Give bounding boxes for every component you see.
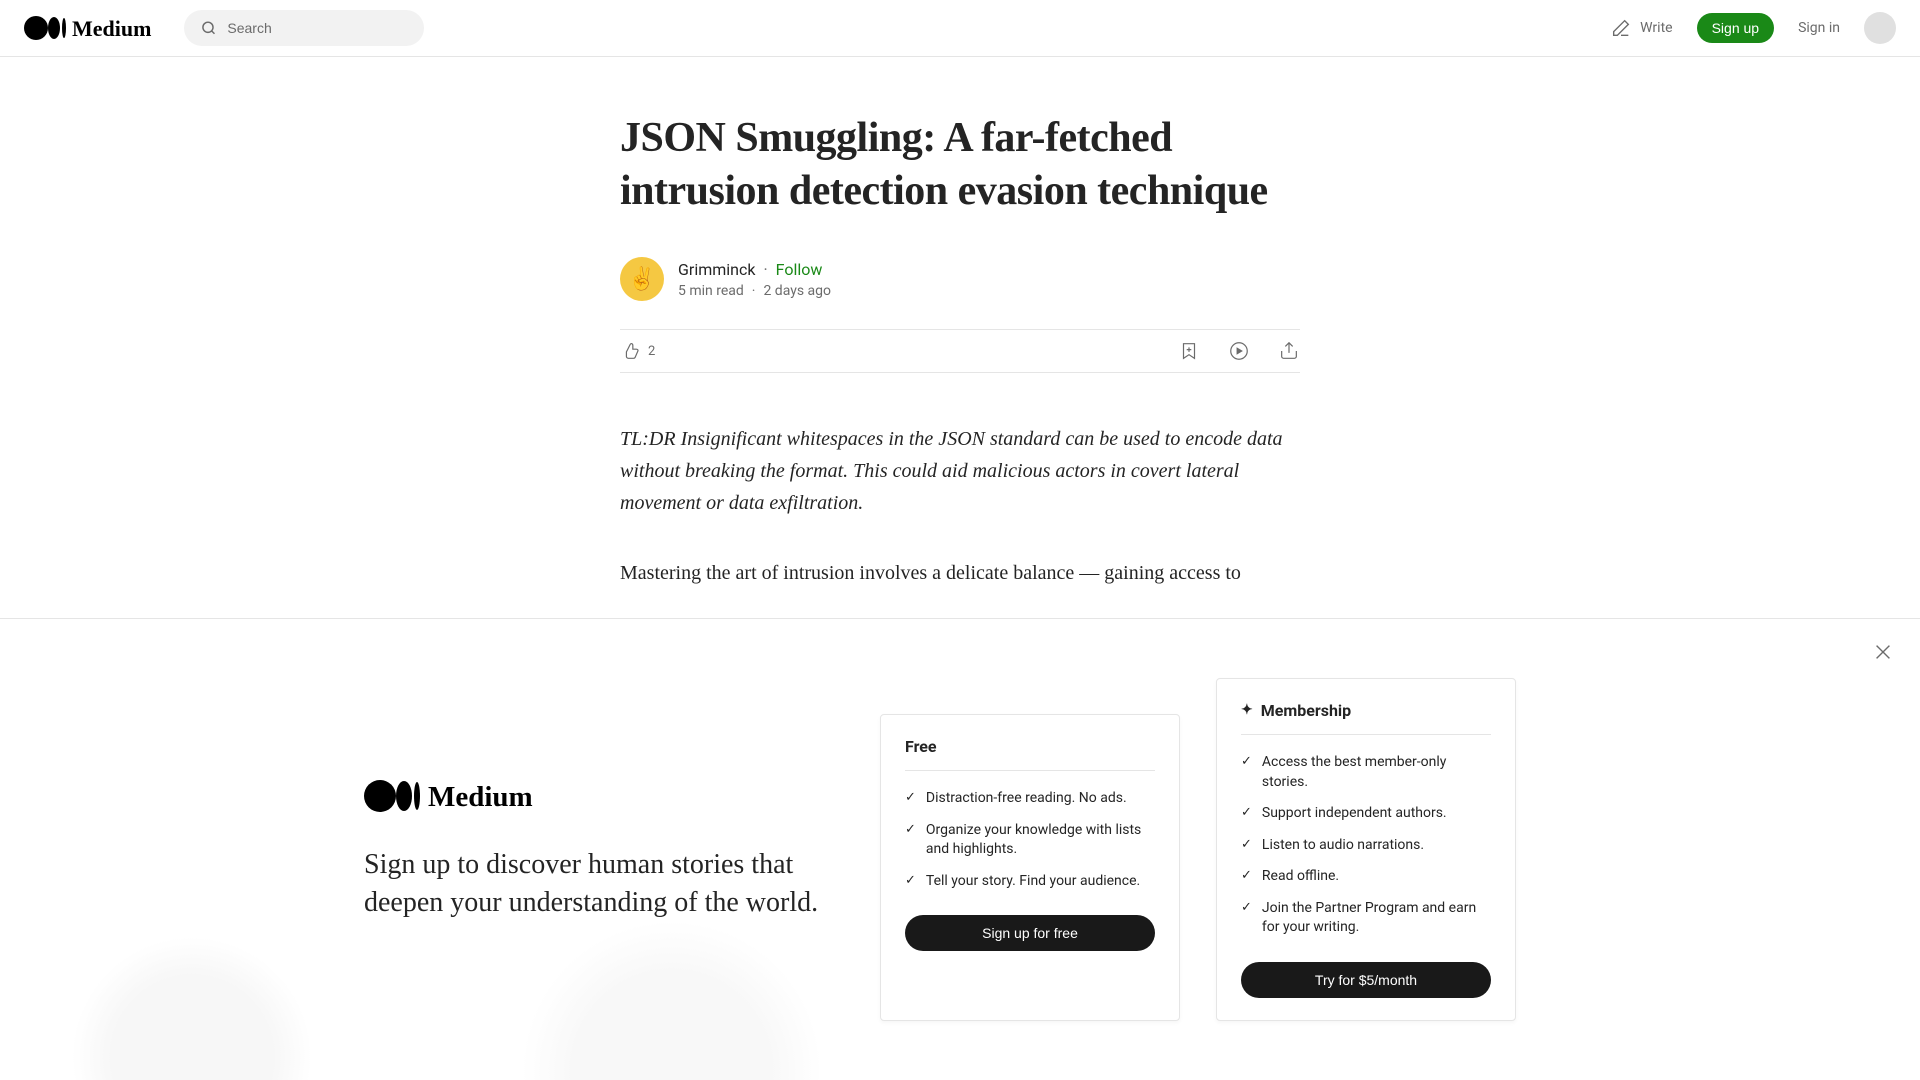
- signin-link[interactable]: Sign in: [1798, 20, 1840, 36]
- tldr-paragraph: TL:DR Insignificant whitespaces in the J…: [620, 423, 1300, 519]
- membership-plan-features: Access the best member-only stories. Sup…: [1241, 753, 1491, 938]
- clap-count: 2: [648, 344, 655, 359]
- paragraph: Mastering the art of intrusion involves …: [620, 557, 1300, 589]
- article-body: TL:DR Insignificant whitespaces in the J…: [620, 423, 1300, 589]
- free-plan-card: Free Distraction-free reading. No ads. O…: [880, 714, 1180, 1021]
- search-box[interactable]: [184, 10, 424, 46]
- close-banner-button[interactable]: [1872, 641, 1894, 663]
- article-title: JSON Smuggling: A far-fetched intrusion …: [620, 112, 1300, 217]
- membership-plan-card: ✦ Membership Access the best member-only…: [1216, 678, 1516, 1021]
- author-row: ✌ Grimminck · Follow 5 min read · 2 days…: [620, 257, 1300, 301]
- plan-feature: Read offline.: [1241, 867, 1491, 887]
- free-plan-features: Distraction-free reading. No ads. Organi…: [905, 789, 1155, 891]
- close-icon: [1872, 641, 1894, 663]
- avatar[interactable]: [1864, 12, 1896, 44]
- signup-button[interactable]: Sign up: [1697, 13, 1774, 43]
- search-icon: [200, 18, 217, 38]
- plan-feature: Organize your knowledge with lists and h…: [905, 821, 1155, 860]
- membership-plan-title: ✦ Membership: [1241, 701, 1491, 735]
- author-avatar[interactable]: ✌: [620, 257, 664, 301]
- clap-icon: [620, 340, 642, 362]
- banner-tagline: Sign up to discover human stories that d…: [364, 846, 844, 922]
- banner-medium-logo: Medium: [364, 778, 844, 814]
- write-icon: [1610, 17, 1632, 39]
- star-icon: ✦: [1241, 702, 1253, 718]
- plan-feature: Access the best member-only stories.: [1241, 753, 1491, 792]
- signup-banner: Medium Sign up to discover human stories…: [0, 618, 1920, 1080]
- actions-bar: 2: [620, 329, 1300, 373]
- medium-logo[interactable]: Medium: [24, 15, 164, 41]
- signup-free-button[interactable]: Sign up for free: [905, 915, 1155, 951]
- play-icon: [1228, 340, 1250, 362]
- read-time: 5 min read: [678, 283, 744, 299]
- share-icon: [1278, 340, 1300, 362]
- comment-icon: [683, 340, 705, 362]
- write-button[interactable]: Write: [1610, 17, 1672, 39]
- plan-feature: Tell your story. Find your audience.: [905, 872, 1155, 892]
- free-plan-title: Free: [905, 737, 1155, 771]
- bookmark-icon: [1178, 340, 1200, 362]
- svg-text:Medium: Medium: [428, 781, 533, 813]
- follow-link[interactable]: Follow: [776, 260, 823, 279]
- svg-text:Medium: Medium: [72, 16, 151, 41]
- search-input[interactable]: [227, 20, 408, 36]
- bookmark-button[interactable]: [1178, 340, 1200, 362]
- comment-button[interactable]: [683, 340, 705, 362]
- clap-button[interactable]: 2: [620, 340, 655, 362]
- listen-button[interactable]: [1228, 340, 1250, 362]
- plan-feature: Join the Partner Program and earn for yo…: [1241, 899, 1491, 938]
- header: Medium Write Sign up Sign in: [0, 0, 1920, 57]
- try-membership-button[interactable]: Try for $5/month: [1241, 962, 1491, 998]
- plan-feature: Support independent authors.: [1241, 804, 1491, 824]
- article: JSON Smuggling: A far-fetched intrusion …: [620, 57, 1300, 589]
- author-name[interactable]: Grimminck: [678, 260, 755, 279]
- plan-feature: Distraction-free reading. No ads.: [905, 789, 1155, 809]
- plan-feature: Listen to audio narrations.: [1241, 836, 1491, 856]
- share-button[interactable]: [1278, 340, 1300, 362]
- write-label: Write: [1640, 20, 1672, 36]
- publish-date: 2 days ago: [763, 283, 831, 299]
